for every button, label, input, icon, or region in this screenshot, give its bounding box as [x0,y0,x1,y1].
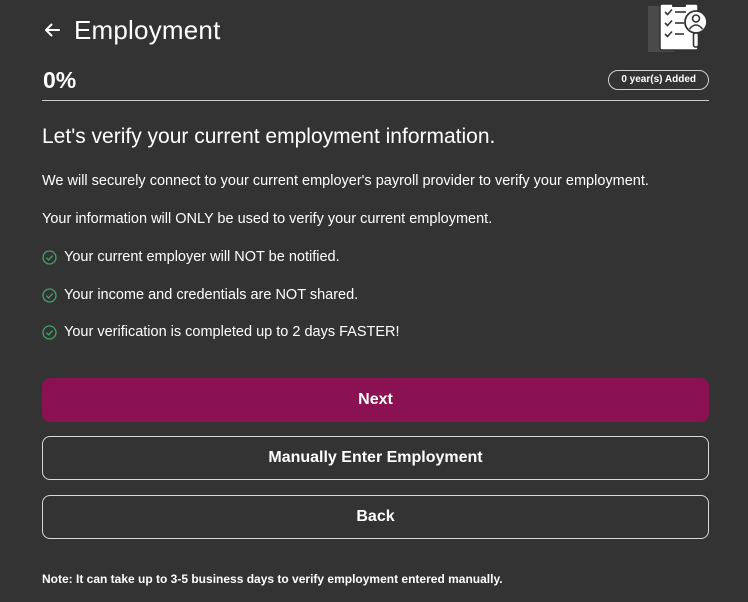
years-added-badge: 0 year(s) Added [608,70,709,90]
progress-bar: 0% 0 year(s) Added [42,64,709,101]
next-button[interactable]: Next [42,378,709,422]
progress-percent: 0% [43,67,77,93]
back-button[interactable]: Back [42,495,709,539]
checklist-item-label: Your verification is completed up to 2 d… [64,324,400,340]
check-circle-icon [42,287,57,303]
check-circle-icon [42,249,57,265]
checklist-item-label: Your current employer will NOT be notifi… [64,249,340,265]
checklist-person-icon [646,2,712,54]
page-header: Employment [42,14,221,46]
checklist-item-label: Your income and credentials are NOT shar… [64,287,359,303]
manual-entry-button[interactable]: Manually Enter Employment [42,436,709,480]
checklist-item: Your income and credentials are NOT shar… [42,287,358,303]
manual-entry-note: Note: It can take up to 3-5 business day… [42,572,503,586]
intro-paragraph: We will securely connect to your current… [42,173,649,189]
arrow-left-icon[interactable] [42,14,68,46]
checklist-item: Your verification is completed up to 2 d… [42,324,400,340]
page-title: Employment [74,14,221,45]
checklist-item: Your current employer will NOT be notifi… [42,249,340,265]
usage-paragraph: Your information will ONLY be used to ve… [42,211,493,227]
section-heading: Let's verify your current employment inf… [42,125,496,148]
check-circle-icon [42,324,57,340]
